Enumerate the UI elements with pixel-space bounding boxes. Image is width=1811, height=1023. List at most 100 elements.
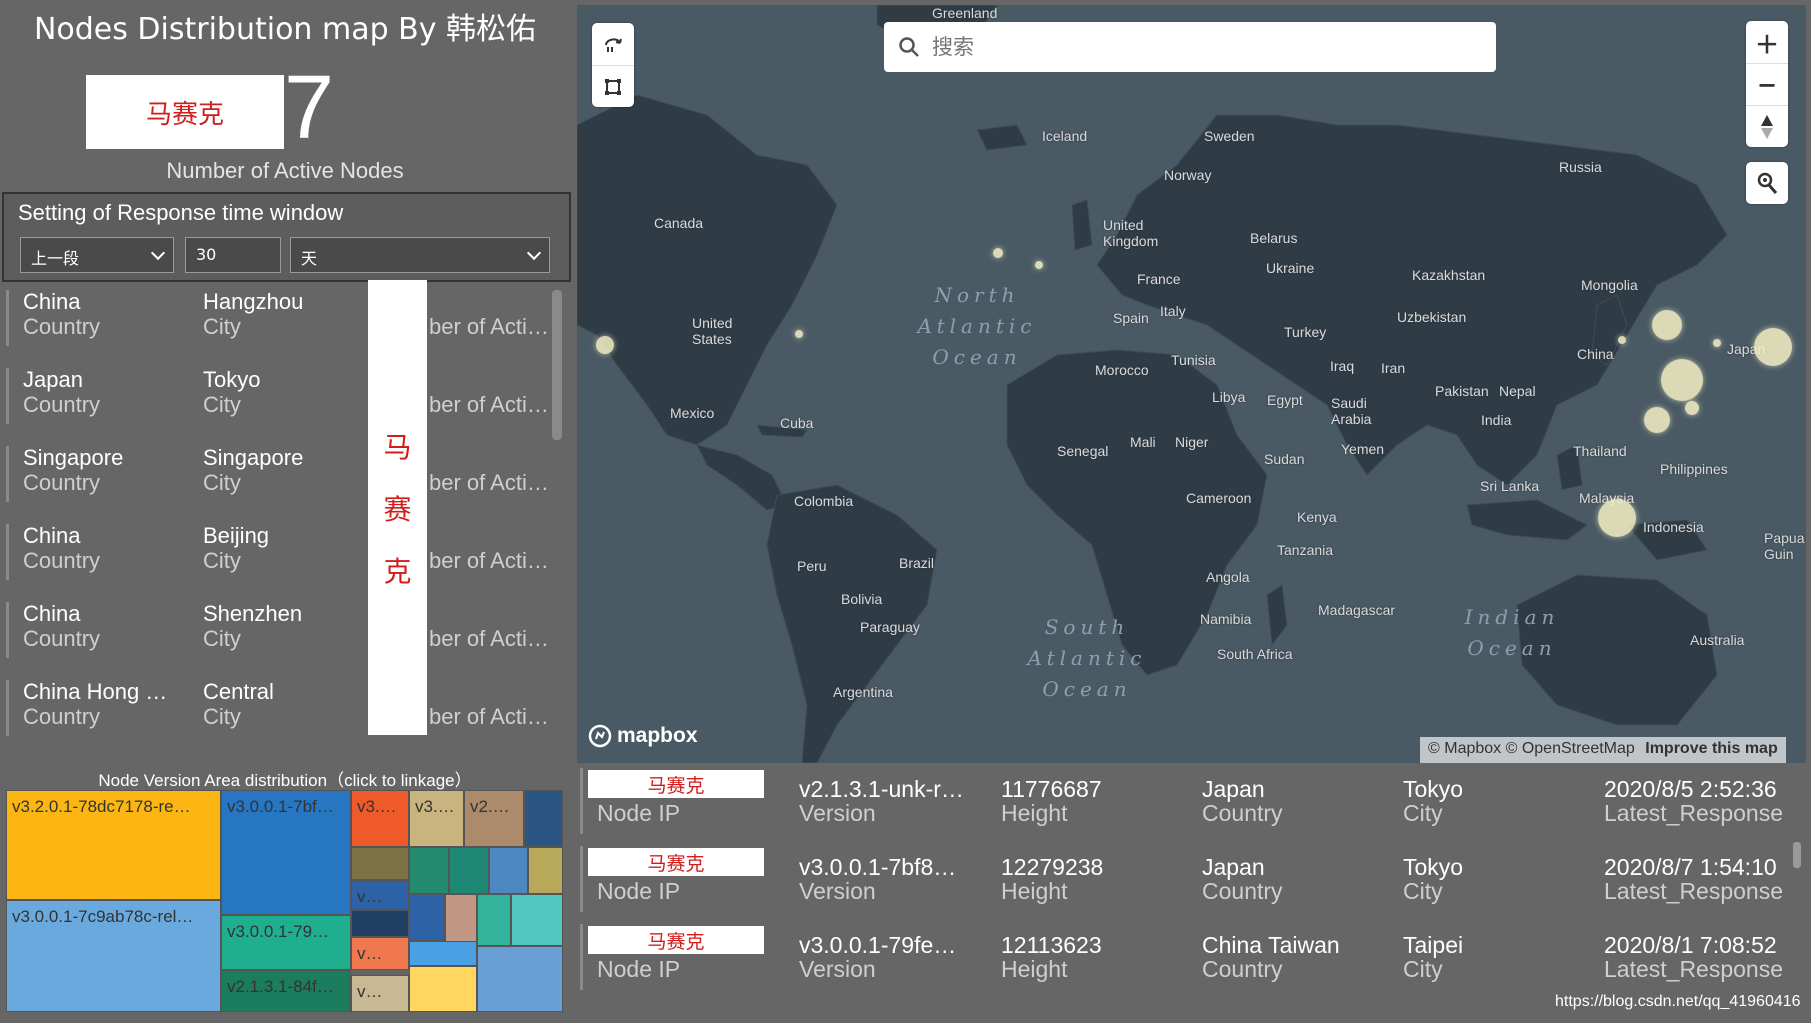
treemap-cell[interactable]: v2.… [464,790,524,847]
map-label-angola: Angola [1206,569,1250,585]
truncated-active-label: ber of Acti… [429,626,549,652]
treemap-cell[interactable] [409,894,445,941]
search-input[interactable] [932,22,1472,72]
amount-input[interactable]: 30 [185,237,281,273]
treemap-cell[interactable]: v3.2.0.1-78dc7178-re… [6,790,221,900]
treemap-title: Node Version Area distribution（click to … [0,766,570,791]
table-row[interactable]: 马赛克Node IPv3.0.0.1-7bf88…Version12279238… [580,846,1805,912]
treemap-cell[interactable]: v3.0.0.1-7c9ab78c-rel… [6,900,221,1012]
treemap-cell[interactable] [524,790,563,847]
masked-column: 马 赛 克 [368,280,427,735]
list-item[interactable]: ChinaCountryShenzhenCityber of Acti… [6,602,551,658]
map-label-uzbekistan: Uzbekistan [1397,309,1466,325]
masked-char: 克 [383,550,411,590]
treemap-cell[interactable] [351,847,409,880]
mapbox-logo: mapbox [588,724,698,748]
treemap-cell[interactable] [477,894,511,946]
improve-map-link[interactable]: Improve this map [1645,740,1777,757]
zoom-in-icon[interactable]: ＋ [1746,21,1788,63]
mapbox-logo-text: mapbox [617,724,698,748]
node-marker[interactable] [1661,359,1703,401]
map-label-brazil: Brazil [899,555,934,571]
treemap-cell[interactable]: v3.… [409,790,464,847]
map-label-sudan: Sudan [1264,451,1304,467]
latest-response-label: Latest_Response [1604,956,1783,983]
select-box-icon[interactable] [592,65,634,107]
attribution-text[interactable]: © Mapbox © OpenStreetMap [1428,740,1635,757]
map-label-italy: Italy [1160,303,1186,319]
node-marker[interactable] [1598,499,1636,537]
treemap-cell[interactable] [449,847,489,894]
map-label-indonesia: Indonesia [1643,519,1704,535]
amount-input-value: 30 [196,245,216,264]
latest-response-value: 2020/8/7 1:54:10 [1604,854,1804,881]
map-label-south-africa: South Africa [1217,646,1293,662]
compass-icon[interactable] [1746,105,1788,147]
treemap-cell[interactable] [445,894,477,946]
node-marker[interactable] [596,336,614,354]
node-marker[interactable] [1713,339,1721,347]
treemap-cell[interactable] [409,941,477,966]
map-label-australia: Australia [1690,632,1744,648]
city-value: Tokyo [1403,776,1573,803]
list-item[interactable]: ChinaCountryBeijingCityber of Acti… [6,524,551,580]
treemap-cell[interactable] [351,910,409,937]
treemap-cell[interactable] [511,894,563,946]
map-label-egypt: Egypt [1267,392,1303,408]
zoom-out-icon[interactable]: − [1746,63,1788,105]
city-value: Hangzhou [203,289,363,315]
table-scrollbar[interactable] [1793,842,1801,868]
node-marker[interactable] [1652,310,1682,340]
height-label: Height [1001,878,1067,905]
node-marker[interactable] [1685,401,1699,415]
treemap-cell[interactable]: v… [351,975,409,1012]
map-label-uk: United Kingdom [1103,217,1173,249]
table-row[interactable]: 马赛克Node IPv3.0.0.1-79fe5…Version12113623… [580,924,1805,990]
unit-select[interactable]: 天 [290,237,550,273]
list-item[interactable]: China Hong …CountryCentralCityber of Act… [6,680,551,736]
treemap-cell[interactable]: v3.… [351,790,409,847]
truncated-active-label: ber of Acti… [429,704,549,730]
map-label-kenya: Kenya [1297,509,1337,525]
world-map[interactable]: Greenland Iceland Sweden Norway Russia C… [577,5,1806,763]
country-label: Country [23,470,100,496]
map-label-china: China [1577,346,1614,362]
node-marker[interactable] [1035,261,1043,269]
treemap-cell[interactable] [489,847,528,894]
country-label: Country [23,626,100,652]
list-item[interactable]: ChinaCountryHangzhouCityber of Acti… [6,290,551,346]
rotate-icon[interactable] [592,23,634,65]
treemap-cell[interactable] [409,847,449,894]
footer-url: https://blog.csdn.net/qq_41960416 [1555,993,1801,1011]
node-marker[interactable] [1644,407,1670,433]
country-value: Japan [23,367,183,393]
period-select[interactable]: 上一段 [20,237,174,273]
height-label: Height [1001,800,1067,827]
treemap-cell[interactable] [477,946,563,1012]
treemap-cell[interactable] [409,966,477,1012]
map-label-sweden: Sweden [1204,128,1255,144]
node-marker[interactable] [1754,328,1792,366]
map-label-namibia: Namibia [1200,611,1251,627]
magnifier-pin-icon[interactable] [1746,162,1788,204]
height-label: Height [1001,956,1067,983]
treemap-cell[interactable]: v2.1.3.1-84f… [221,970,351,1012]
treemap-cell[interactable]: v… [351,880,409,910]
node-marker[interactable] [993,248,1003,258]
period-select-value: 上一段 [31,249,79,268]
table-row[interactable]: 马赛克Node IPv2.1.3.1-unk-r…Version11776687… [580,768,1805,834]
treemap-cell[interactable] [528,847,563,894]
node-marker[interactable] [795,330,803,338]
node-ip-label: Node IP [597,800,680,827]
truncated-active-label: ber of Acti… [429,392,549,418]
node-marker[interactable] [1618,336,1626,344]
treemap-cell[interactable]: v3.0.0.1-79… [221,915,351,970]
country-value: Singapore [23,445,183,471]
treemap-cell[interactable]: v… [351,937,409,970]
country-value: China Taiwan [1202,932,1382,959]
map-label-bolivia: Bolivia [841,591,882,607]
list-item[interactable]: JapanCountryTokyoCityber of Acti… [6,368,551,424]
list-item[interactable]: SingaporeCountrySingaporeCityber of Acti… [6,446,551,502]
list-scrollbar[interactable] [552,290,562,440]
treemap-cell[interactable]: v3.0.0.1-7bf… [221,790,351,915]
